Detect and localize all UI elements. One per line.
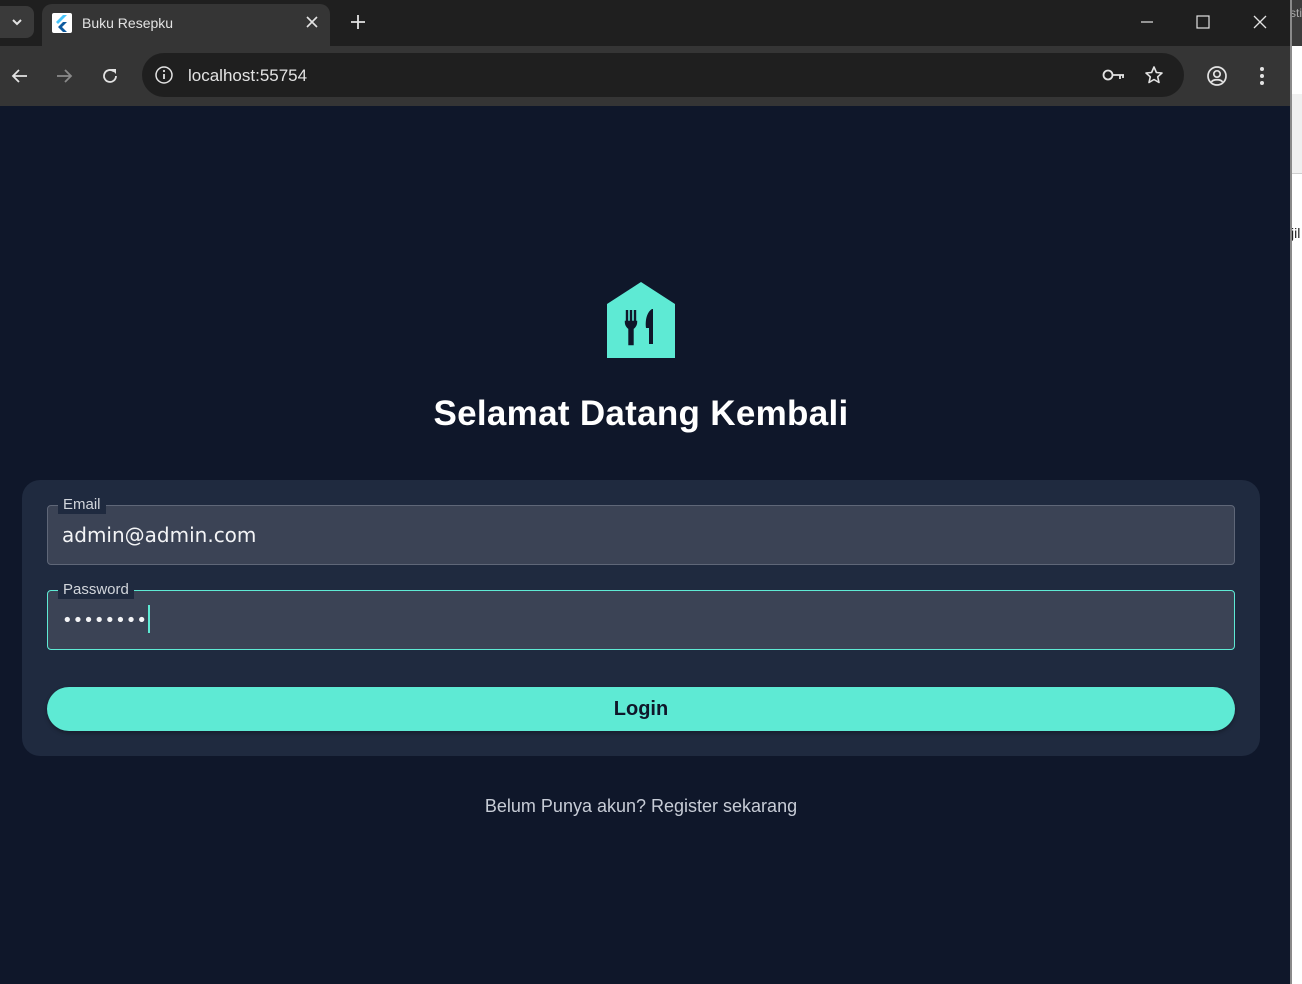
restaurant-house-icon [607, 282, 675, 358]
tab-search-button[interactable] [0, 6, 34, 38]
email-field[interactable]: Email admin@admin.com [47, 496, 1235, 565]
menu-button[interactable] [1246, 60, 1278, 92]
arrow-right-icon [57, 69, 73, 83]
chevron-down-icon [12, 19, 22, 26]
kebab-menu-icon [1260, 67, 1264, 85]
forward-button[interactable] [48, 60, 80, 92]
account-icon [1207, 66, 1227, 86]
address-url: localhost:55754 [188, 66, 308, 85]
email-label: Email [58, 496, 106, 514]
key-icon [1102, 69, 1124, 81]
window-close-button[interactable] [1240, 4, 1280, 40]
maximize-button[interactable] [1183, 4, 1223, 40]
reload-icon [103, 69, 117, 83]
login-page: Selamat Datang Kembali Email admin@admin… [0, 106, 1290, 984]
reload-button[interactable] [94, 60, 126, 92]
maximize-icon [1196, 15, 1210, 29]
background-window: sti jil [1290, 0, 1302, 984]
close-icon [306, 16, 318, 28]
register-link[interactable]: Belum Punya akun? Register sekarang [0, 796, 1282, 817]
close-icon [1253, 15, 1267, 29]
email-value: admin@admin.com [62, 523, 257, 547]
password-value: •••••••• [62, 610, 147, 631]
back-button[interactable] [4, 60, 36, 92]
arrow-left-icon [11, 69, 27, 83]
login-button[interactable]: Login [47, 687, 1235, 731]
star-icon [1145, 66, 1163, 84]
plus-icon [351, 15, 365, 29]
info-icon [155, 66, 173, 84]
site-info-button[interactable] [150, 61, 178, 89]
text-caret [147, 605, 150, 633]
browser-titlebar: Buku Resepku [0, 0, 1290, 46]
browser-tab[interactable]: Buku Resepku [42, 4, 330, 46]
new-tab-button[interactable] [344, 8, 372, 36]
background-window-text: jil [1291, 225, 1301, 241]
minimize-button[interactable] [1127, 4, 1167, 40]
browser-toolbar: localhost:55754 [0, 46, 1290, 106]
page-title: Selamat Datang Kembali [433, 394, 849, 433]
minimize-icon [1141, 21, 1153, 23]
tab-title: Buku Resepku [82, 15, 174, 31]
password-label: Password [58, 581, 134, 599]
bookmark-button[interactable] [1140, 61, 1168, 89]
login-card: Email admin@admin.com Password •••••••• … [22, 480, 1260, 756]
flutter-favicon-icon [52, 13, 72, 33]
password-value-wrap: •••••••• [62, 605, 150, 635]
window-border [1290, 0, 1292, 984]
profile-button[interactable] [1201, 60, 1233, 92]
address-bar[interactable]: localhost:55754 [142, 53, 1184, 97]
tab-close-button[interactable] [302, 12, 322, 32]
password-manager-button[interactable] [1100, 61, 1128, 89]
password-field[interactable]: Password •••••••• [47, 581, 1235, 650]
